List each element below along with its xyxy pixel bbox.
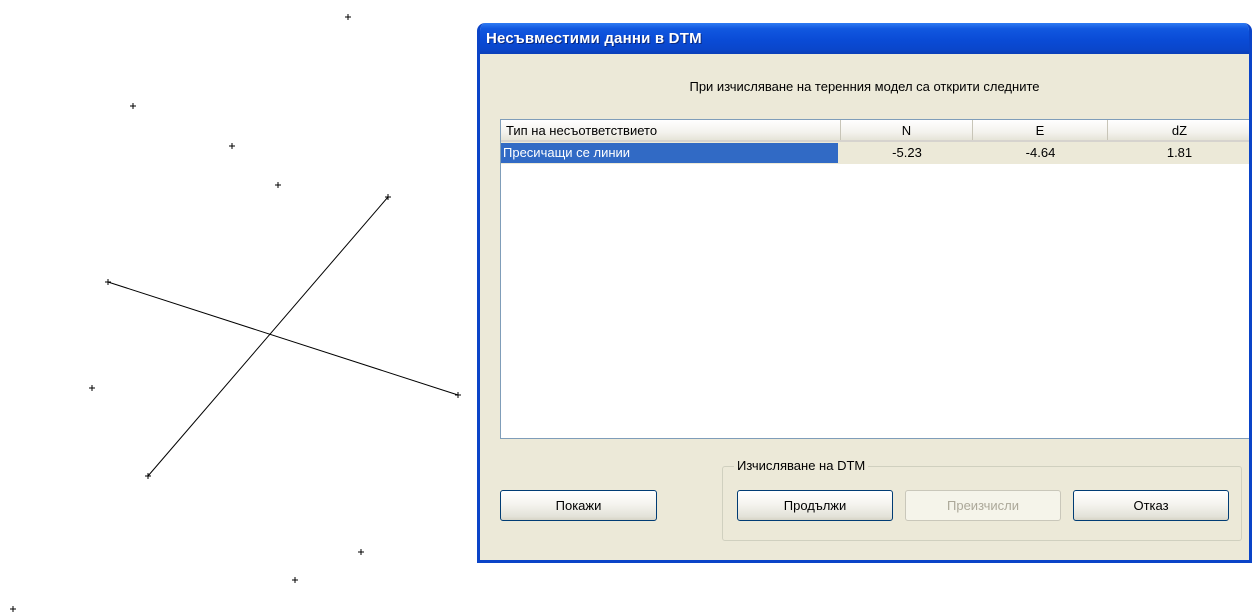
- list-header: Тип на несъответствието N E dZ: [501, 120, 1249, 142]
- survey-point-marker: [345, 14, 351, 20]
- cancel-button[interactable]: Отказ: [1073, 490, 1229, 521]
- dialog-message: При изчисляване на теренния модел са отк…: [689, 79, 1040, 94]
- survey-point-marker: [10, 606, 16, 612]
- inconsistency-list[interactable]: Тип на несъответствието N E dZ Пресичащи…: [500, 119, 1249, 439]
- survey-point-marker: [275, 182, 281, 188]
- cad-drawing-canvas[interactable]: [0, 0, 470, 616]
- table-row[interactable]: Пресичащи се линии -5.23 -4.64 1.81: [501, 142, 1249, 164]
- survey-point-marker: [455, 392, 461, 398]
- dialog-title: Несъвместими данни в DTM: [486, 30, 702, 47]
- survey-point-marker: [89, 385, 95, 391]
- survey-point-marker: [358, 549, 364, 555]
- cad-line: [107, 281, 459, 396]
- survey-point-marker: [292, 577, 298, 583]
- cell-n: -5.23: [892, 145, 922, 160]
- column-header-dz[interactable]: dZ: [1108, 120, 1249, 140]
- cell-e: -4.64: [1025, 145, 1056, 160]
- survey-point-marker: [105, 279, 111, 285]
- cell-type: Пресичащи се линии: [501, 142, 841, 164]
- column-header-type[interactable]: Тип на несъответствието: [501, 120, 841, 140]
- dtm-inconsistency-dialog: Несъвместими данни в DTM При изчисляване…: [477, 23, 1252, 563]
- survey-point-marker: [229, 143, 235, 149]
- recalculate-button[interactable]: Преизчисли: [905, 490, 1061, 521]
- column-header-e[interactable]: E: [973, 120, 1108, 140]
- continue-button[interactable]: Продължи: [737, 490, 893, 521]
- group-label: Изчисляване на DTM: [734, 458, 869, 474]
- column-header-n[interactable]: N: [841, 120, 973, 140]
- cad-line: [147, 196, 389, 477]
- dialog-titlebar[interactable]: Несъвместими данни в DTM: [480, 23, 1249, 54]
- show-button[interactable]: Покажи: [500, 490, 657, 521]
- cell-dz: 1.81: [1166, 145, 1193, 160]
- survey-point-marker: [130, 103, 136, 109]
- cell-type-text: Пресичащи се линии: [501, 143, 838, 163]
